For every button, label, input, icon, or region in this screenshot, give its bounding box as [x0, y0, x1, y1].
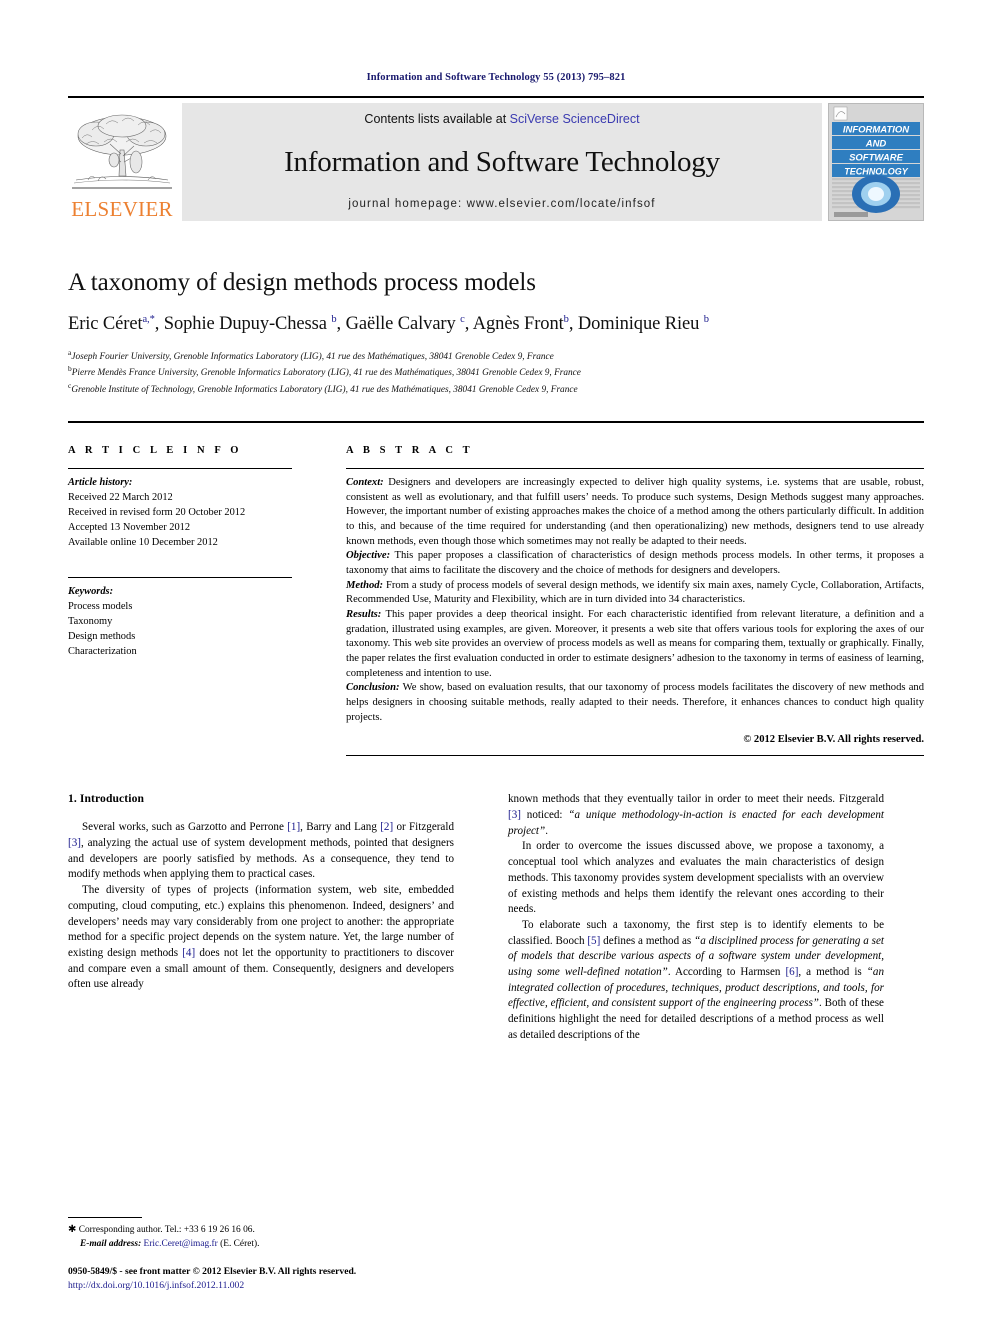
journal-title: Information and Software Technology	[284, 145, 720, 178]
article-info-heading: A R T I C L E I N F O	[68, 445, 243, 456]
affiliation-item: aJoseph Fourier University, Grenoble Inf…	[68, 348, 554, 363]
abstract-rule	[346, 468, 924, 469]
abstract-copyright: © 2012 Elsevier B.V. All rights reserved…	[743, 734, 924, 746]
journal-homepage-line[interactable]: journal homepage: www.elsevier.com/locat…	[348, 198, 655, 210]
affiliation-item: bPierre Mendès France University, Grenob…	[68, 364, 581, 379]
abstract-section: Method: From a study of process models o…	[346, 579, 924, 606]
article-info-column: A R T I C L E I N F O Article history: R…	[68, 445, 320, 756]
keyword-items: Process models Taxonomy Design methods Char…	[68, 600, 292, 660]
elsevier-logo: ELSEVIER	[68, 103, 176, 221]
abstract-section: Objective: This paper proposes a classif…	[346, 550, 924, 577]
paragraph: The diversity of types of projects (info…	[68, 884, 454, 991]
svg-text:AND: AND	[865, 139, 887, 150]
keyword-item: Design methods	[68, 630, 136, 642]
journal-masthead: ELSEVIER Contents lists available at Sci…	[68, 96, 924, 221]
body-column-right: known methods that they eventually tailo…	[476, 792, 884, 1043]
abstract-section-label: Results:	[346, 609, 382, 621]
article-history-item: Accepted 13 November 2012	[68, 521, 191, 533]
email-label: E-mail address:	[80, 1239, 142, 1250]
keywords-group: Keywords: Process models Taxonomy Design m…	[68, 585, 292, 660]
citation-ref[interactable]: [2]	[380, 821, 393, 833]
citation-ref[interactable]: [5]	[587, 935, 600, 947]
page-title: A taxonomy of design methods process mod…	[68, 269, 536, 296]
contents-prefix: Contents lists available at	[364, 112, 510, 126]
footnote-area: ✱ Corresponding author. Tel.: +33 6 19 2…	[68, 1217, 476, 1293]
citation-ref[interactable]: [3]	[508, 809, 521, 821]
abstract-section-label: Method:	[346, 579, 384, 591]
affiliation-item: cGrenoble Institute of Technology, Greno…	[68, 380, 578, 395]
abstract-body: Context: Designers and developers are in…	[346, 476, 924, 725]
abstract-column: A B S T R A C T Context: Designers and d…	[320, 445, 924, 757]
doi-link[interactable]: http://dx.doi.org/10.1016/j.infsof.2012.…	[68, 1279, 454, 1293]
footnote-rule	[68, 1217, 142, 1219]
article-info-rule	[68, 468, 292, 469]
introduction-right-text: known methods that they eventually tailo…	[508, 792, 884, 1043]
keyword-item: Taxonomy	[68, 615, 113, 627]
abstract-section: Context: Designers and developers are in…	[346, 477, 924, 547]
email-suffix: (E. Céret).	[217, 1239, 260, 1250]
corresponding-author-note: ✱ Corresponding author. Tel.: +33 6 19 2…	[68, 1223, 454, 1252]
keyword-item: Characterization	[68, 645, 137, 657]
introduction-heading: 1. Introduction	[68, 792, 145, 806]
abstract-section: Conclusion: We show, based on evaluation…	[346, 682, 924, 723]
paragraph: In order to overcome the issues discusse…	[508, 840, 884, 916]
article-history-item: Received in revised form 20 October 2012	[68, 506, 246, 518]
quoted-text: “a disciplined process for generating a …	[508, 934, 884, 978]
elsevier-wordmark: ELSEVIER	[71, 197, 173, 221]
corresponding-author-line: ✱ Corresponding author. Tel.: +33 6 19 2…	[68, 1223, 454, 1238]
email-link[interactable]: Eric.Ceret@imag.fr	[144, 1239, 218, 1249]
running-head: Information and Software Technology 55 (…	[366, 72, 626, 83]
sciencedirect-link[interactable]: SciVerse ScienceDirect	[510, 112, 640, 126]
citation-ref[interactable]: [6]	[785, 966, 798, 978]
contents-available-line: Contents lists available at SciVerse Sci…	[364, 112, 639, 126]
author-list: Eric Céreta,*, Sophie Dupuy-Chessa b, Ga…	[68, 314, 709, 335]
abstract-section-label: Objective:	[346, 550, 391, 562]
citation-ref[interactable]: [4]	[182, 947, 195, 959]
keywords-rule	[68, 576, 292, 578]
article-history-item: Received 22 March 2012	[68, 491, 173, 503]
corresponding-author-text: Corresponding author. Tel.: +33 6 19 26 …	[78, 1225, 255, 1236]
paragraph: To elaborate such a taxonomy, the first …	[508, 918, 884, 1041]
paragraph: known methods that they eventually tailo…	[508, 793, 884, 837]
affiliation-list: aJoseph Fourier University, Grenoble Inf…	[68, 348, 924, 397]
email-line: E-mail address: Eric.Ceret@imag.fr (E. C…	[68, 1238, 454, 1252]
masthead-center-panel: Contents lists available at SciVerse Sci…	[182, 103, 822, 221]
abstract-heading: A B S T R A C T	[346, 445, 474, 456]
introduction-left-text: Several works, such as Garzotto and Perr…	[68, 820, 454, 993]
issn-line: 0950-5849/$ - see front matter © 2012 El…	[68, 1266, 357, 1278]
svg-text:INFORMATION: INFORMATION	[843, 125, 910, 136]
elsevier-tree-icon	[70, 110, 174, 198]
title-block: A taxonomy of design methods process mod…	[68, 221, 924, 397]
body-column-left: 1. Introduction Several works, such as G…	[68, 792, 476, 1043]
paragraph: Several works, such as Garzotto and Perr…	[68, 821, 454, 881]
quoted-text: “a unique methodology-in-action is enact…	[508, 809, 884, 837]
journal-cover-thumbnail: INFORMATION AND SOFTWARE TECHNOLOGY	[828, 103, 924, 221]
article-history-item: Available online 10 December 2012	[68, 536, 218, 548]
svg-text:TECHNOLOGY: TECHNOLOGY	[844, 167, 908, 177]
footer-issn-block: 0950-5849/$ - see front matter © 2012 El…	[68, 1265, 454, 1293]
citation-ref[interactable]: [3]	[68, 837, 81, 849]
citation-ref[interactable]: [1]	[287, 821, 300, 833]
article-history-label: Article history:	[68, 477, 133, 488]
keyword-item: Process models	[68, 600, 133, 612]
body-columns: 1. Introduction Several works, such as G…	[68, 792, 924, 1043]
journal-article-page: Information and Software Technology 55 (…	[0, 0, 992, 1323]
abstract-section-label: Context:	[346, 477, 384, 488]
abstract-section-label: Conclusion:	[346, 682, 400, 694]
info-abstract-section: A R T I C L E I N F O Article history: R…	[68, 421, 924, 757]
asterisk-icon: ✱	[68, 1224, 77, 1236]
abstract-bottom-rule	[346, 755, 924, 757]
abstract-section: Results: This paper provides a deep theo…	[346, 609, 924, 679]
keywords-label: Keywords:	[68, 585, 114, 597]
svg-text:SOFTWARE: SOFTWARE	[849, 153, 903, 164]
article-history-items: Received 22 March 2012 Received in revise…	[68, 491, 292, 551]
article-history-group: Article history: Received 22 March 2012 R…	[68, 476, 292, 551]
